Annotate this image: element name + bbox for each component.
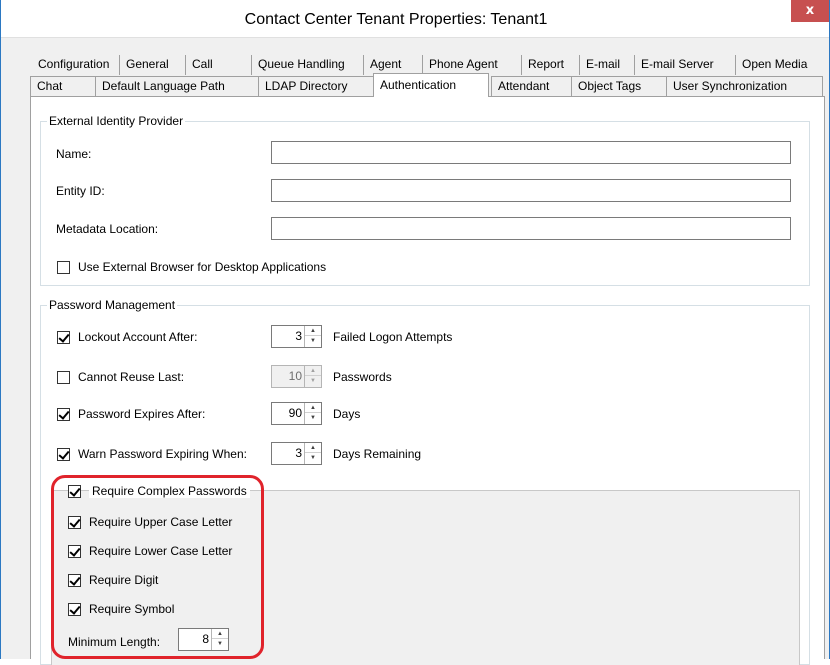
group-title-password-management: Password Management (47, 298, 178, 312)
tab-ldap-directory[interactable]: LDAP Directory (258, 76, 373, 96)
minimum-length-value: 8 (202, 632, 209, 646)
tab-open-media[interactable]: Open Media (735, 55, 814, 75)
lockout-attempts-spinner[interactable]: 3 ▲ ▼ (271, 325, 322, 348)
use-external-browser-label: Use External Browser for Desktop Applica… (78, 260, 327, 274)
spin-down-icon[interactable]: ▼ (305, 413, 321, 423)
minimum-length-spinner[interactable]: 8 ▲ ▼ (178, 628, 229, 651)
require-digit-checkbox[interactable] (68, 574, 81, 587)
require-complex-passwords-label: Require Complex Passwords (89, 484, 250, 498)
spin-down-icon[interactable]: ▼ (212, 639, 228, 649)
properties-window: Contact Center Tenant Properties: Tenant… (0, 0, 830, 665)
spin-up-icon[interactable]: ▲ (212, 629, 228, 639)
cannot-reuse-label: Cannot Reuse Last: (78, 370, 185, 384)
spin-up-icon[interactable]: ▲ (305, 403, 321, 413)
title-bar[interactable]: Contact Center Tenant Properties: Tenant… (1, 0, 829, 38)
metadata-location-label: Metadata Location: (56, 222, 159, 236)
spin-down-icon[interactable]: ▼ (305, 336, 321, 346)
authentication-tab-page: External Identity Provider Name: Entity … (30, 96, 825, 665)
close-button[interactable]: x (791, 0, 829, 22)
tab-phone-agent[interactable]: Phone Agent (422, 55, 504, 75)
name-label: Name: (56, 147, 92, 161)
tab-agent[interactable]: Agent (363, 55, 408, 75)
spin-up-icon[interactable]: ▲ (305, 443, 321, 453)
spin-up-icon[interactable]: ▲ (305, 326, 321, 336)
require-lower-case-label: Require Lower Case Letter (89, 544, 233, 558)
name-input[interactable] (271, 141, 791, 164)
days-label: Days (333, 407, 361, 421)
tab-user-synchronization[interactable]: User Synchronization (666, 76, 823, 96)
require-lower-case-checkbox[interactable] (68, 545, 81, 558)
cannot-reuse-checkbox[interactable] (57, 371, 70, 384)
reuse-count-spinner[interactable]: 10 ▲ ▼ (271, 365, 322, 388)
group-title-external-idp: External Identity Provider (47, 114, 186, 128)
warn-password-expiring-label: Warn Password Expiring When: (78, 447, 247, 461)
use-external-browser-checkbox[interactable] (57, 261, 70, 274)
require-symbol-checkbox[interactable] (68, 603, 81, 616)
warn-days-value: 3 (295, 446, 302, 460)
spin-up-icon[interactable]: ▲ (305, 366, 321, 376)
tab-attendant[interactable]: Attendant (491, 76, 571, 96)
tab-row-1: Configuration General Call Queue Handlin… (1, 55, 830, 75)
require-complex-passwords-checkbox[interactable] (68, 485, 81, 498)
tab-e-mail-server[interactable]: E-mail Server (634, 55, 720, 75)
expires-days-value: 90 (288, 406, 302, 420)
days-remaining-label: Days Remaining (333, 447, 422, 461)
tab-default-language-path[interactable]: Default Language Path (95, 76, 258, 96)
spin-down-icon[interactable]: ▼ (305, 453, 321, 463)
tab-row-2: Chat Default Language Path LDAP Director… (1, 73, 830, 97)
password-expires-label: Password Expires After: (78, 407, 206, 421)
require-upper-case-label: Require Upper Case Letter (89, 515, 233, 529)
warn-days-spinner[interactable]: 3 ▲ ▼ (271, 442, 322, 465)
warn-password-expiring-checkbox[interactable] (57, 448, 70, 461)
close-icon: x (805, 3, 815, 18)
expires-days-spinner[interactable]: 90 ▲ ▼ (271, 402, 322, 425)
tab-queue-handling[interactable]: Queue Handling (251, 55, 351, 75)
tab-call[interactable]: Call (185, 55, 219, 75)
require-digit-label: Require Digit (89, 573, 159, 587)
entity-id-input[interactable] (271, 179, 791, 202)
require-symbol-label: Require Symbol (89, 602, 175, 616)
reuse-count-value: 10 (288, 369, 302, 383)
lockout-account-label: Lockout Account After: (78, 330, 198, 344)
passwords-label: Passwords (333, 370, 392, 384)
lockout-attempts-value: 3 (295, 329, 302, 343)
tab-configuration[interactable]: Configuration (32, 55, 116, 75)
password-expires-checkbox[interactable] (57, 408, 70, 421)
metadata-location-input[interactable] (271, 217, 791, 240)
tab-authentication[interactable]: Authentication (373, 73, 489, 97)
minimum-length-label: Minimum Length: (68, 635, 161, 649)
tab-e-mail[interactable]: E-mail (579, 55, 627, 75)
spin-down-icon[interactable]: ▼ (305, 376, 321, 386)
tab-general[interactable]: General (119, 55, 175, 75)
failed-logon-attempts-label: Failed Logon Attempts (333, 330, 453, 344)
window-title: Contact Center Tenant Properties: Tenant… (244, 11, 548, 28)
tab-chat[interactable]: Chat (30, 76, 95, 96)
tab-report[interactable]: Report (521, 55, 571, 75)
tab-object-tags[interactable]: Object Tags (571, 76, 666, 96)
entity-id-label: Entity ID: (56, 184, 105, 198)
lockout-account-checkbox[interactable] (57, 331, 70, 344)
require-upper-case-checkbox[interactable] (68, 516, 81, 529)
